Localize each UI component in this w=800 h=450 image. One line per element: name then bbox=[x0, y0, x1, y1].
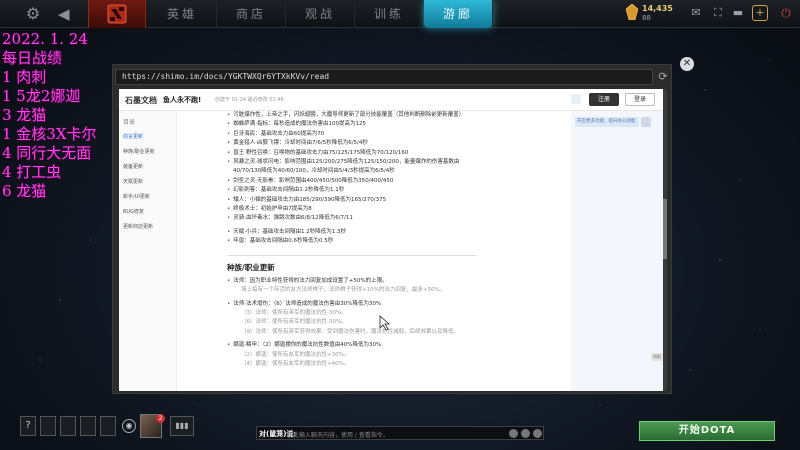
doc-line: 40/70/130降低为40/60/100，冷却时间由5/4/3秒提高为6/5/… bbox=[233, 168, 395, 175]
settings-gear-icon[interactable]: ⚙ bbox=[24, 5, 42, 23]
outline-item[interactable]: 更新商店更新 bbox=[119, 220, 176, 235]
right-panel: 开启更多功能，提升办公效能 bbox=[571, 111, 667, 391]
dota-logo-icon bbox=[107, 4, 127, 24]
doc-content: 污脏爆炸性，上帝之手，闪烁翅膀，大魔导师更新了部分技能覆盖（其他判断删除前更新覆… bbox=[227, 111, 567, 391]
overlay-line: 2022. 1. 24 bbox=[2, 30, 88, 48]
url-text: https://shimo.im/docs/YGKTWXQr6YTXkKVv/r… bbox=[122, 72, 330, 81]
doc-title: 鱼人永不跑! bbox=[163, 96, 202, 104]
outline-item[interactable]: 前言更新 bbox=[119, 130, 176, 145]
outline-item[interactable]: 天赋更新 bbox=[119, 175, 176, 190]
tab-learn[interactable]: 训练 bbox=[355, 0, 424, 28]
doc-line: 幻影刺客：基础攻击间隔由1.2秒降低为1.1秒 bbox=[227, 186, 567, 195]
overlay-line: 4 打工虫 bbox=[2, 163, 62, 181]
doc-meta: 创建于 01-24 最近修改 01:46 bbox=[215, 97, 284, 103]
doc-outline: 目录 前言更新 种族/职业更新 装备更新 天赋更新 新手/UI更新 BUG修复 … bbox=[119, 111, 177, 391]
outline-item[interactable]: 种族/职业更新 bbox=[119, 145, 176, 160]
chat-input[interactable]: 在此输入聊天内容，使用 / 查看指令。 bbox=[287, 430, 389, 439]
friend-slot-4[interactable] bbox=[100, 416, 116, 436]
shimo-brand[interactable]: 石墨文档 bbox=[125, 95, 157, 106]
voice-chat-icon[interactable]: ◉ bbox=[122, 419, 136, 433]
party-icon[interactable]: ▮▮▮ bbox=[170, 416, 194, 436]
share-icon[interactable] bbox=[571, 94, 581, 104]
doc-subline: （6）法师：使所有英军的魔法抗性-30%。 bbox=[241, 319, 347, 326]
doc-line: 天赋·小兵：基础攻击间隔由1.2秒降低为1.3秒 bbox=[227, 228, 567, 237]
doc-subline: （4）娜迦：使所有友军的魔法抗性+40%。 bbox=[241, 360, 350, 367]
doc-line: 污脏爆炸性，上帝之手，闪烁翅膀，大魔导师更新了部分技能覆盖（其他判断删除前更新覆… bbox=[227, 111, 567, 120]
minimize-icon[interactable]: ▬ bbox=[730, 6, 746, 20]
doc-header: 石墨文档 鱼人永不跑! 创建于 01-24 最近修改 01:46 注册 登录 bbox=[119, 89, 667, 111]
friend-slot-1[interactable] bbox=[40, 416, 56, 436]
dota-logo[interactable] bbox=[88, 0, 146, 28]
overlay-line: 每日战绩 bbox=[2, 49, 63, 67]
doc-subline: 场上每有一个存活的友方法师棋子，法师棋子获得+10%的法力回复，最多+50%。 bbox=[241, 287, 446, 294]
overlay-line: 4 同行大无面 bbox=[2, 144, 92, 162]
section-heading: 种族/职业更新 bbox=[227, 254, 477, 273]
signup-button[interactable]: 注册 bbox=[589, 93, 619, 106]
doc-line: 剑圣之灵·无影拳：影响范围由400/450/500降低为350/400/450 bbox=[227, 177, 567, 186]
daily-record-overlay: 2022. 1. 24 每日战绩 1 肉刺 1 5龙2娜迦 3 龙猫 1 金核3… bbox=[2, 30, 112, 201]
doc-line: 巨牙海民：基础攻击力由60提高为70 bbox=[227, 130, 567, 139]
emoticon-icon[interactable] bbox=[509, 429, 518, 438]
tab-arcade[interactable]: 游廊 bbox=[424, 0, 493, 28]
doc-line: 矮人：小猫的基础攻击力由185/290/390降低为165/270/375 bbox=[227, 196, 567, 205]
feature-tip[interactable]: 开启更多功能，提升办公效能 bbox=[575, 117, 639, 127]
doc-line: 风暴之灵·球状闪电：影响范围由125/200/275降低为125/150/200… bbox=[227, 158, 567, 167]
chat-bar[interactable]: 对(鼠笼)说: 在此输入聊天内容，使用 / 查看指令。 bbox=[256, 426, 544, 440]
tab-store[interactable]: 商店 bbox=[217, 0, 286, 28]
doc-line: 法师·法术增伤：（6）法师造成的魔法伤害由30%降低为30% bbox=[227, 300, 567, 309]
tab-watch[interactable]: 观战 bbox=[286, 0, 355, 28]
in-game-browser: https://shimo.im/docs/YGKTWXQr6YTXkKVv/r… bbox=[112, 64, 672, 394]
mouse-cursor-icon bbox=[379, 315, 391, 331]
shards-count: 14,435 bbox=[642, 4, 673, 13]
login-button[interactable]: 登录 bbox=[625, 93, 655, 106]
fullscreen-icon[interactable]: ⛶ bbox=[710, 6, 726, 20]
doc-scrollbar[interactable] bbox=[663, 89, 667, 391]
friend-slot-2[interactable] bbox=[60, 416, 76, 436]
url-bar[interactable]: https://shimo.im/docs/YGKTWXQr6YTXkKVv/r… bbox=[115, 69, 653, 85]
document-page: 石墨文档 鱼人永不跑! 创建于 01-24 最近修改 01:46 注册 登录 目… bbox=[119, 89, 667, 391]
back-arrow-icon[interactable]: ◀ bbox=[58, 5, 72, 23]
doc-line: 蜘蛛萨满·指标：每秒造成的魔法伤害由100提高为125 bbox=[227, 120, 567, 129]
overlay-line: 6 龙猫 bbox=[2, 182, 47, 200]
friend-slot-3[interactable] bbox=[80, 416, 96, 436]
plus-icon[interactable]: + bbox=[752, 5, 768, 21]
doc-line: 年兽：基础攻击间隔由0.6秒降低为0.5秒 bbox=[227, 237, 567, 246]
doc-line: 兽王·野性召唤：召唤物的基础攻击力由75/125/175降低为70/120/16… bbox=[227, 149, 567, 158]
scroll-thumb[interactable] bbox=[663, 199, 667, 259]
overlay-line: 1 5龙2娜迦 bbox=[2, 87, 81, 105]
expand-icon[interactable] bbox=[533, 429, 542, 438]
doc-line: 终极术士：初始护甲由7提高为8 bbox=[227, 205, 567, 214]
main-nav: 英雄 商店 观战 训练 游廊 bbox=[148, 0, 493, 28]
tip-close-icon[interactable] bbox=[641, 117, 651, 127]
doc-line: 黄金猎人·凶狠飞镖：冷却时间由7/6/5秒降低为6/5/4秒 bbox=[227, 139, 567, 148]
tab-heroes[interactable]: 英雄 bbox=[148, 0, 217, 28]
overlay-line: 3 龙猫 bbox=[2, 106, 47, 124]
play-dota-button[interactable]: 开始DOTA bbox=[639, 421, 775, 441]
reload-icon[interactable]: ⟳ bbox=[656, 70, 670, 84]
help-button[interactable]: 帮助 bbox=[651, 353, 663, 361]
outline-title: 目录 bbox=[123, 119, 136, 126]
doc-subline: （9）法师：使所有英军获得效果：受到魔法伤害时，魔法抗性减弱，后续效果以及降低。 bbox=[241, 328, 460, 335]
doc-subline: （3）法师：使所有英军的魔法抗性-30%。 bbox=[241, 309, 347, 316]
doc-line: 灵骑·血坏毒水：弹跳次数由6/8/12降低为6/7/11 bbox=[227, 214, 567, 223]
doc-line: 娜迦·鳞甲：（2）娜迦摆你的魔法抗性数值由40%降低为30% bbox=[227, 341, 567, 350]
overlay-line: 1 金核3X卡尔 bbox=[2, 125, 97, 143]
shards-icon bbox=[626, 4, 638, 20]
power-icon[interactable]: ⏻ bbox=[778, 5, 794, 21]
friend-badge: 2 bbox=[156, 414, 165, 423]
mail-icon[interactable]: ✉ bbox=[688, 6, 704, 20]
top-bar: ⚙ ◀ 英雄 商店 观战 训练 游廊 14,435 88 ✉ ⛶ ▬ + ⏻ bbox=[0, 0, 800, 28]
close-browser-icon[interactable]: ✕ bbox=[680, 57, 694, 71]
outline-item[interactable]: 装备更新 bbox=[119, 160, 176, 175]
overlay-line: 1 肉刺 bbox=[2, 68, 47, 86]
level-count: 88 bbox=[642, 14, 651, 22]
doc-subline: （2）娜迦：使所有友军的魔法抗性+30%。 bbox=[241, 351, 350, 358]
settings-small-icon[interactable] bbox=[521, 429, 530, 438]
outline-item[interactable]: 新手/UI更新 bbox=[119, 190, 176, 205]
help-question-button[interactable]: ? bbox=[20, 416, 36, 436]
doc-line: 法师：因为职业特性获得的法力回复加成设置了+50%的上限。 bbox=[227, 277, 567, 286]
outline-item[interactable]: BUG修复 bbox=[119, 205, 176, 220]
